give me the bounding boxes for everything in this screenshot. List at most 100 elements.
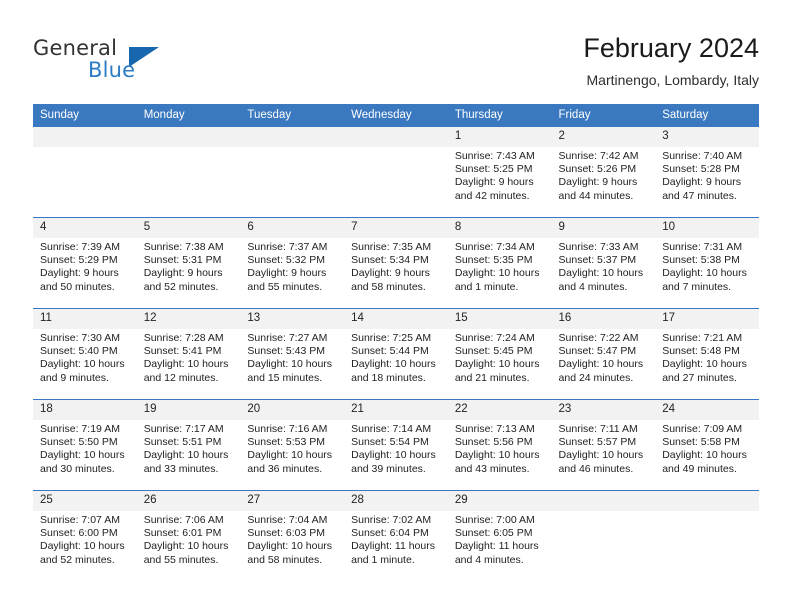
day-number: 7 bbox=[344, 218, 448, 238]
calendar-day-cell[interactable]: 25 Sunrise: 7:07 AM Sunset: 6:00 PM Dayligh… bbox=[33, 490, 137, 581]
calendar-day-cell[interactable]: 16 Sunrise: 7:22 AM Sunset: 5:47 PM Dayligh… bbox=[551, 308, 656, 400]
sunset-text: Sunset: 5:29 PM bbox=[40, 254, 118, 267]
calendar-day-cell-empty bbox=[655, 490, 759, 581]
sunset-text: Sunset: 5:48 PM bbox=[662, 345, 740, 358]
calendar-week-row: 18 Sunrise: 7:19 AM Sunset: 5:50 PM Dayligh… bbox=[33, 399, 759, 491]
day-number: 2 bbox=[551, 127, 656, 147]
day-details: Sunrise: 7:17 AM Sunset: 5:51 PM Daylight:… bbox=[137, 420, 241, 476]
calendar-day-cell[interactable]: 24 Sunrise: 7:09 AM Sunset: 5:58 PM Dayligh… bbox=[655, 399, 759, 491]
calendar-day-cell-empty bbox=[33, 126, 137, 218]
sunrise-text: Sunrise: 7:27 AM bbox=[247, 332, 328, 344]
weekday-header-saturday: Saturday bbox=[655, 104, 759, 127]
calendar-day-cell[interactable]: 17 Sunrise: 7:21 AM Sunset: 5:48 PM Dayligh… bbox=[655, 308, 759, 400]
calendar-day-cell[interactable]: 27 Sunrise: 7:04 AM Sunset: 6:03 PM Dayligh… bbox=[240, 490, 345, 581]
daylight-text: Daylight: 10 hours and 15 minutes. bbox=[247, 358, 333, 384]
sunrise-text: Sunrise: 7:11 AM bbox=[558, 423, 638, 435]
calendar-day-cell[interactable]: 11 Sunrise: 7:30 AM Sunset: 5:40 PM Dayligh… bbox=[33, 308, 137, 400]
daylight-text: Daylight: 10 hours and 1 minute. bbox=[454, 267, 540, 293]
weekday-header-monday: Monday bbox=[136, 104, 241, 127]
sunset-text: Sunset: 5:35 PM bbox=[454, 254, 533, 267]
calendar-day-cell[interactable]: 1 Sunrise: 7:43 AM Sunset: 5:25 PM Daylight… bbox=[447, 126, 552, 218]
day-details: Sunrise: 7:00 AM Sunset: 6:05 PM Daylight:… bbox=[448, 511, 552, 567]
sunrise-text: Sunrise: 7:30 AM bbox=[40, 332, 120, 344]
calendar-day-cell[interactable]: 9 Sunrise: 7:33 AM Sunset: 5:37 PM Daylight… bbox=[551, 217, 656, 309]
sunrise-text: Sunrise: 7:14 AM bbox=[351, 423, 432, 435]
calendar-day-cell[interactable]: 15 Sunrise: 7:24 AM Sunset: 5:45 PM Dayligh… bbox=[447, 308, 552, 400]
day-number: 16 bbox=[551, 309, 656, 329]
daylight-text: Daylight: 10 hours and 49 minutes. bbox=[662, 449, 747, 475]
day-details: Sunrise: 7:06 AM Sunset: 6:01 PM Daylight:… bbox=[137, 511, 241, 567]
day-details: Sunrise: 7:40 AM Sunset: 5:28 PM Daylight:… bbox=[655, 147, 759, 203]
calendar-day-cell[interactable]: 21 Sunrise: 7:14 AM Sunset: 5:54 PM Dayligh… bbox=[344, 399, 448, 491]
day-details: Sunrise: 7:11 AM Sunset: 5:57 PM Daylight:… bbox=[552, 420, 656, 476]
sunrise-text: Sunrise: 7:16 AM bbox=[247, 423, 328, 435]
calendar-week-row: 25 Sunrise: 7:07 AM Sunset: 6:00 PM Dayligh… bbox=[33, 490, 759, 581]
calendar-day-cell[interactable]: 7 Sunrise: 7:35 AM Sunset: 5:34 PM Daylight… bbox=[344, 217, 448, 309]
daylight-text: Daylight: 10 hours and 21 minutes. bbox=[454, 358, 540, 384]
sunrise-text: Sunrise: 7:34 AM bbox=[454, 241, 535, 253]
calendar-day-cell[interactable]: 6 Sunrise: 7:37 AM Sunset: 5:32 PM Daylight… bbox=[240, 217, 345, 309]
day-number: 27 bbox=[240, 491, 345, 511]
calendar-day-cell[interactable]: 28 Sunrise: 7:02 AM Sunset: 6:04 PM Dayligh… bbox=[344, 490, 448, 581]
calendar-day-cell[interactable]: 23 Sunrise: 7:11 AM Sunset: 5:57 PM Dayligh… bbox=[551, 399, 656, 491]
page-title: February 2024 bbox=[583, 33, 759, 63]
calendar-day-cell[interactable]: 13 Sunrise: 7:27 AM Sunset: 5:43 PM Dayligh… bbox=[240, 308, 345, 400]
calendar-day-cell[interactable]: 4 Sunrise: 7:39 AM Sunset: 5:29 PM Daylight… bbox=[33, 217, 137, 309]
daylight-text: Daylight: 10 hours and 12 minutes. bbox=[143, 358, 229, 384]
calendar-day-cell[interactable]: 20 Sunrise: 7:16 AM Sunset: 5:53 PM Dayligh… bbox=[240, 399, 345, 491]
calendar-day-cell[interactable]: 26 Sunrise: 7:06 AM Sunset: 6:01 PM Dayligh… bbox=[136, 490, 241, 581]
day-details: Sunrise: 7:24 AM Sunset: 5:45 PM Daylight:… bbox=[448, 329, 552, 385]
sunset-text: Sunset: 5:37 PM bbox=[558, 254, 637, 267]
sunrise-text: Sunrise: 7:38 AM bbox=[143, 241, 224, 253]
daylight-text: Daylight: 9 hours and 58 minutes. bbox=[351, 267, 430, 293]
day-details: Sunrise: 7:22 AM Sunset: 5:47 PM Daylight:… bbox=[552, 329, 656, 385]
day-number: 26 bbox=[136, 491, 241, 511]
day-details: Sunrise: 7:14 AM Sunset: 5:54 PM Daylight:… bbox=[344, 420, 448, 476]
calendar-day-cell[interactable]: 29 Sunrise: 7:00 AM Sunset: 6:05 PM Dayligh… bbox=[447, 490, 552, 581]
calendar-day-cell[interactable]: 19 Sunrise: 7:17 AM Sunset: 5:51 PM Dayligh… bbox=[136, 399, 241, 491]
calendar-day-cell-empty bbox=[136, 126, 241, 218]
daylight-text: Daylight: 10 hours and 24 minutes. bbox=[558, 358, 644, 384]
sunset-text: Sunset: 5:57 PM bbox=[558, 436, 637, 449]
calendar-day-cell[interactable]: 10 Sunrise: 7:31 AM Sunset: 5:38 PM Dayligh… bbox=[655, 217, 759, 309]
calendar-day-cell[interactable]: 5 Sunrise: 7:38 AM Sunset: 5:31 PM Daylight… bbox=[136, 217, 241, 309]
sunset-text: Sunset: 5:56 PM bbox=[454, 436, 533, 449]
sunset-text: Sunset: 5:31 PM bbox=[143, 254, 222, 267]
weekday-header-wednesday: Wednesday bbox=[344, 104, 448, 127]
day-details: Sunrise: 7:02 AM Sunset: 6:04 PM Daylight:… bbox=[344, 511, 448, 567]
calendar-day-cell[interactable]: 12 Sunrise: 7:28 AM Sunset: 5:41 PM Dayligh… bbox=[136, 308, 241, 400]
daylight-text: Daylight: 10 hours and 36 minutes. bbox=[247, 449, 333, 475]
calendar-day-cell[interactable]: 3 Sunrise: 7:40 AM Sunset: 5:28 PM Daylight… bbox=[655, 126, 759, 218]
sunset-text: Sunset: 6:01 PM bbox=[143, 527, 222, 540]
daylight-text: Daylight: 9 hours and 47 minutes. bbox=[662, 176, 742, 202]
calendar-day-cell[interactable]: 2 Sunrise: 7:42 AM Sunset: 5:26 PM Daylight… bbox=[551, 126, 656, 218]
sunset-text: Sunset: 5:34 PM bbox=[351, 254, 429, 267]
calendar-day-cell[interactable]: 8 Sunrise: 7:34 AM Sunset: 5:35 PM Daylight… bbox=[447, 217, 552, 309]
day-number bbox=[33, 127, 137, 147]
day-number: 13 bbox=[240, 309, 345, 329]
logo-text-blue: Blue bbox=[88, 58, 136, 82]
calendar-day-cell[interactable]: 18 Sunrise: 7:19 AM Sunset: 5:50 PM Dayligh… bbox=[33, 399, 137, 491]
daylight-text: Daylight: 9 hours and 44 minutes. bbox=[558, 176, 638, 202]
day-number: 17 bbox=[655, 309, 759, 329]
daylight-text: Daylight: 10 hours and 9 minutes. bbox=[40, 358, 125, 384]
calendar-day-cell[interactable]: 14 Sunrise: 7:25 AM Sunset: 5:44 PM Dayligh… bbox=[344, 308, 448, 400]
calendar-day-cell-empty bbox=[344, 126, 448, 218]
sunset-text: Sunset: 5:26 PM bbox=[558, 163, 637, 176]
daylight-text: Daylight: 9 hours and 42 minutes. bbox=[454, 176, 534, 202]
sunrise-text: Sunrise: 7:22 AM bbox=[558, 332, 639, 344]
daylight-text: Daylight: 10 hours and 27 minutes. bbox=[662, 358, 747, 384]
sunset-text: Sunset: 5:43 PM bbox=[247, 345, 326, 358]
day-details: Sunrise: 7:30 AM Sunset: 5:40 PM Daylight:… bbox=[33, 329, 137, 385]
calendar-day-cell[interactable]: 22 Sunrise: 7:13 AM Sunset: 5:56 PM Dayligh… bbox=[447, 399, 552, 491]
sunrise-text: Sunrise: 7:42 AM bbox=[558, 150, 639, 162]
sunrise-text: Sunrise: 7:06 AM bbox=[143, 514, 224, 526]
weekday-header-sunday: Sunday bbox=[33, 104, 137, 127]
sunset-text: Sunset: 6:00 PM bbox=[40, 527, 118, 540]
day-number: 8 bbox=[447, 218, 552, 238]
daylight-text: Daylight: 9 hours and 52 minutes. bbox=[143, 267, 223, 293]
daylight-text: Daylight: 10 hours and 30 minutes. bbox=[40, 449, 125, 475]
day-number: 29 bbox=[447, 491, 552, 511]
day-number: 5 bbox=[136, 218, 241, 238]
daylight-text: Daylight: 10 hours and 4 minutes. bbox=[558, 267, 644, 293]
